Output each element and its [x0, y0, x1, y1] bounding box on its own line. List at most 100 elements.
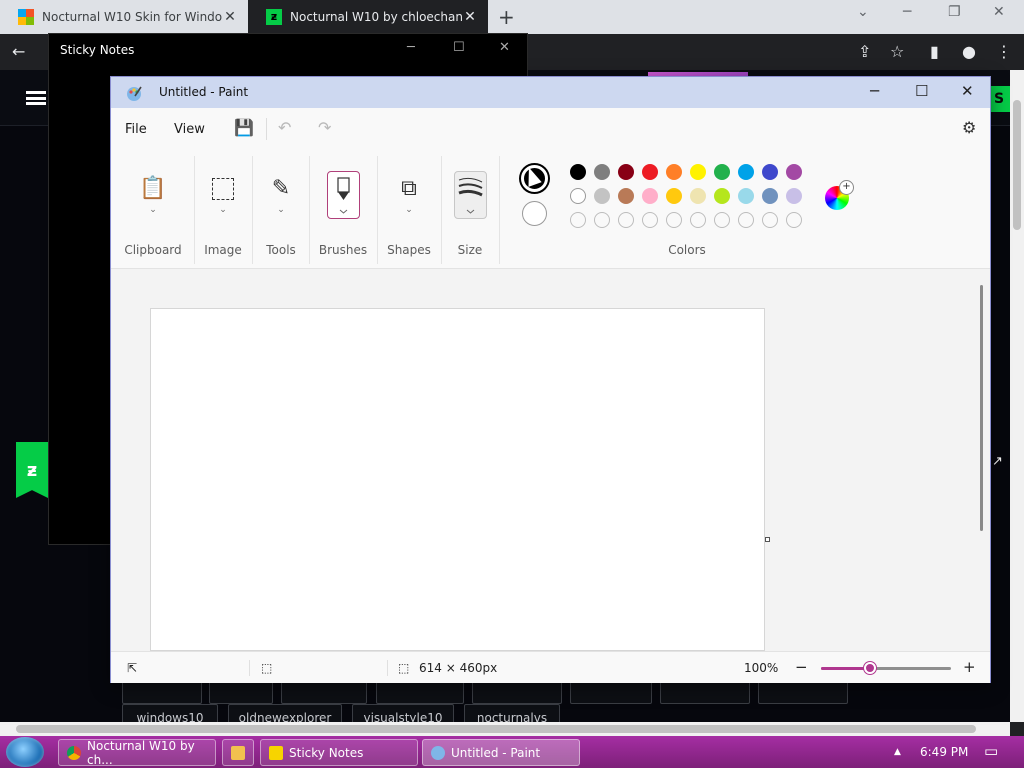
- save-icon[interactable]: 💾: [234, 118, 254, 137]
- tab-close-icon[interactable]: ✕: [462, 9, 478, 25]
- custom-color-slot[interactable]: [570, 212, 586, 228]
- color-swatch[interactable]: [570, 188, 586, 204]
- taskbar-button-explorer[interactable]: [222, 739, 254, 766]
- custom-color-slot[interactable]: [738, 212, 754, 228]
- color-swatch[interactable]: [714, 188, 730, 204]
- custom-color-slot[interactable]: [762, 212, 778, 228]
- color-swatch[interactable]: [690, 188, 706, 204]
- close-button[interactable]: ✕: [993, 4, 1005, 20]
- deviantart-badge-icon[interactable]: ƶ: [16, 442, 48, 498]
- color-swatch[interactable]: [666, 164, 682, 180]
- selection-icon: [212, 178, 234, 200]
- zoom-level-label: 100%: [744, 661, 779, 675]
- page-vertical-scrollbar[interactable]: [1010, 70, 1024, 722]
- undo-icon[interactable]: ↶: [278, 118, 291, 137]
- divider: [249, 660, 250, 676]
- share-icon[interactable]: ⇪: [858, 42, 871, 61]
- browser-tab-1[interactable]: Nocturnal W10 Skin for Window ✕: [0, 0, 248, 34]
- redo-icon[interactable]: ↷: [318, 118, 331, 137]
- color-swatch[interactable]: [738, 164, 754, 180]
- close-button[interactable]: ✕: [499, 40, 510, 55]
- maximize-button[interactable]: ☐: [453, 40, 465, 55]
- restore-button[interactable]: ❐: [948, 4, 961, 20]
- maximize-button[interactable]: ☐: [915, 82, 928, 100]
- color-swatch[interactable]: [738, 188, 754, 204]
- color-swatch[interactable]: [786, 188, 802, 204]
- zoom-in-button[interactable]: +: [963, 658, 976, 676]
- drawing-canvas[interactable]: [150, 308, 765, 651]
- minimize-button[interactable]: ─: [903, 4, 911, 20]
- header-action-button[interactable]: S: [990, 86, 1010, 112]
- clock[interactable]: 6:49 PM: [920, 745, 968, 759]
- color-swatch[interactable]: [714, 164, 730, 180]
- canvas-resize-handle[interactable]: [765, 537, 770, 542]
- start-button-icon[interactable]: [6, 737, 44, 767]
- back-icon[interactable]: ←: [12, 42, 25, 61]
- image-group[interactable]: ⌄ Image: [195, 150, 251, 269]
- minimize-button[interactable]: ─: [870, 82, 879, 100]
- custom-color-slot[interactable]: [642, 212, 658, 228]
- clipboard-group[interactable]: 📋 ⌄ Clipboard: [117, 150, 189, 269]
- color-swatch[interactable]: [594, 164, 610, 180]
- canvas-scrollbar[interactable]: [980, 285, 983, 531]
- zoom-slider-thumb[interactable]: [864, 662, 877, 674]
- taskbar-button-label: Sticky Notes: [289, 745, 364, 760]
- color-swatch[interactable]: [642, 188, 658, 204]
- taskbar-button-label: Nocturnal W10 by ch...: [87, 738, 195, 767]
- view-menu[interactable]: View: [174, 122, 205, 137]
- group-label: Brushes: [318, 243, 368, 257]
- stroke-size-icon[interactable]: [454, 171, 487, 219]
- zoom-slider[interactable]: [821, 662, 951, 674]
- side-panel-icon[interactable]: ▮: [930, 42, 939, 61]
- shapes-group[interactable]: ⧉ ⌄ Shapes: [378, 150, 440, 269]
- color-swatch[interactable]: [618, 164, 634, 180]
- tray-overflow-icon[interactable]: ▲: [894, 747, 901, 757]
- bookmark-star-icon[interactable]: ☆: [890, 42, 904, 61]
- color-swatch[interactable]: [570, 164, 586, 180]
- scrollbar-thumb[interactable]: [16, 725, 976, 733]
- close-button[interactable]: ✕: [961, 82, 974, 100]
- profile-icon[interactable]: ●: [962, 42, 976, 61]
- color-swatch[interactable]: [618, 188, 634, 204]
- file-menu[interactable]: File: [125, 122, 147, 137]
- paint-title-bar[interactable]: Untitled - Paint ─ ☐ ✕: [111, 77, 990, 108]
- color-swatch[interactable]: [642, 164, 658, 180]
- custom-color-slot[interactable]: [594, 212, 610, 228]
- group-label: Tools: [266, 243, 296, 257]
- brush-icon[interactable]: [327, 171, 360, 219]
- custom-color-slot[interactable]: [690, 212, 706, 228]
- tab-close-icon[interactable]: ✕: [222, 9, 238, 25]
- color-swatch[interactable]: [690, 164, 706, 180]
- taskbar-button-sticky-notes[interactable]: Sticky Notes: [260, 739, 418, 766]
- browser-tab-2[interactable]: ƶ Nocturnal W10 by chloechantelle ✕: [248, 0, 488, 34]
- minimize-button[interactable]: ─: [407, 40, 415, 55]
- color-swatch[interactable]: [594, 188, 610, 204]
- page-horizontal-scrollbar[interactable]: [0, 722, 1010, 736]
- edit-colors-icon[interactable]: [825, 180, 854, 210]
- custom-color-slot[interactable]: [786, 212, 802, 228]
- group-label: Colors: [668, 243, 706, 257]
- zoom-out-button[interactable]: −: [795, 658, 808, 676]
- tab-search-icon[interactable]: ⌄: [857, 4, 869, 20]
- tab-title: Nocturnal W10 Skin for Window: [42, 10, 222, 24]
- color-swatch[interactable]: [762, 164, 778, 180]
- custom-color-slot[interactable]: [714, 212, 730, 228]
- settings-icon[interactable]: ⚙: [962, 118, 976, 137]
- secondary-color-swatch[interactable]: [522, 201, 547, 226]
- hamburger-menu-icon[interactable]: [26, 91, 46, 105]
- custom-color-slot[interactable]: [666, 212, 682, 228]
- browser-menu-icon[interactable]: ⋮: [996, 42, 1012, 61]
- tools-group[interactable]: ✎ ⌄ Tools: [253, 150, 309, 269]
- color-swatch[interactable]: [666, 188, 682, 204]
- expand-icon[interactable]: ↗: [992, 454, 1003, 469]
- new-tab-button[interactable]: +: [498, 5, 515, 29]
- scrollbar-thumb[interactable]: [1013, 100, 1021, 230]
- taskbar-button-chrome[interactable]: Nocturnal W10 by ch...: [58, 738, 216, 767]
- divider: [387, 660, 388, 676]
- notification-icon[interactable]: ▭: [984, 742, 998, 760]
- color-swatch[interactable]: [762, 188, 778, 204]
- size-glyph: [458, 177, 483, 214]
- custom-color-slot[interactable]: [618, 212, 634, 228]
- taskbar-button-paint[interactable]: Untitled - Paint: [422, 739, 580, 766]
- color-swatch[interactable]: [786, 164, 802, 180]
